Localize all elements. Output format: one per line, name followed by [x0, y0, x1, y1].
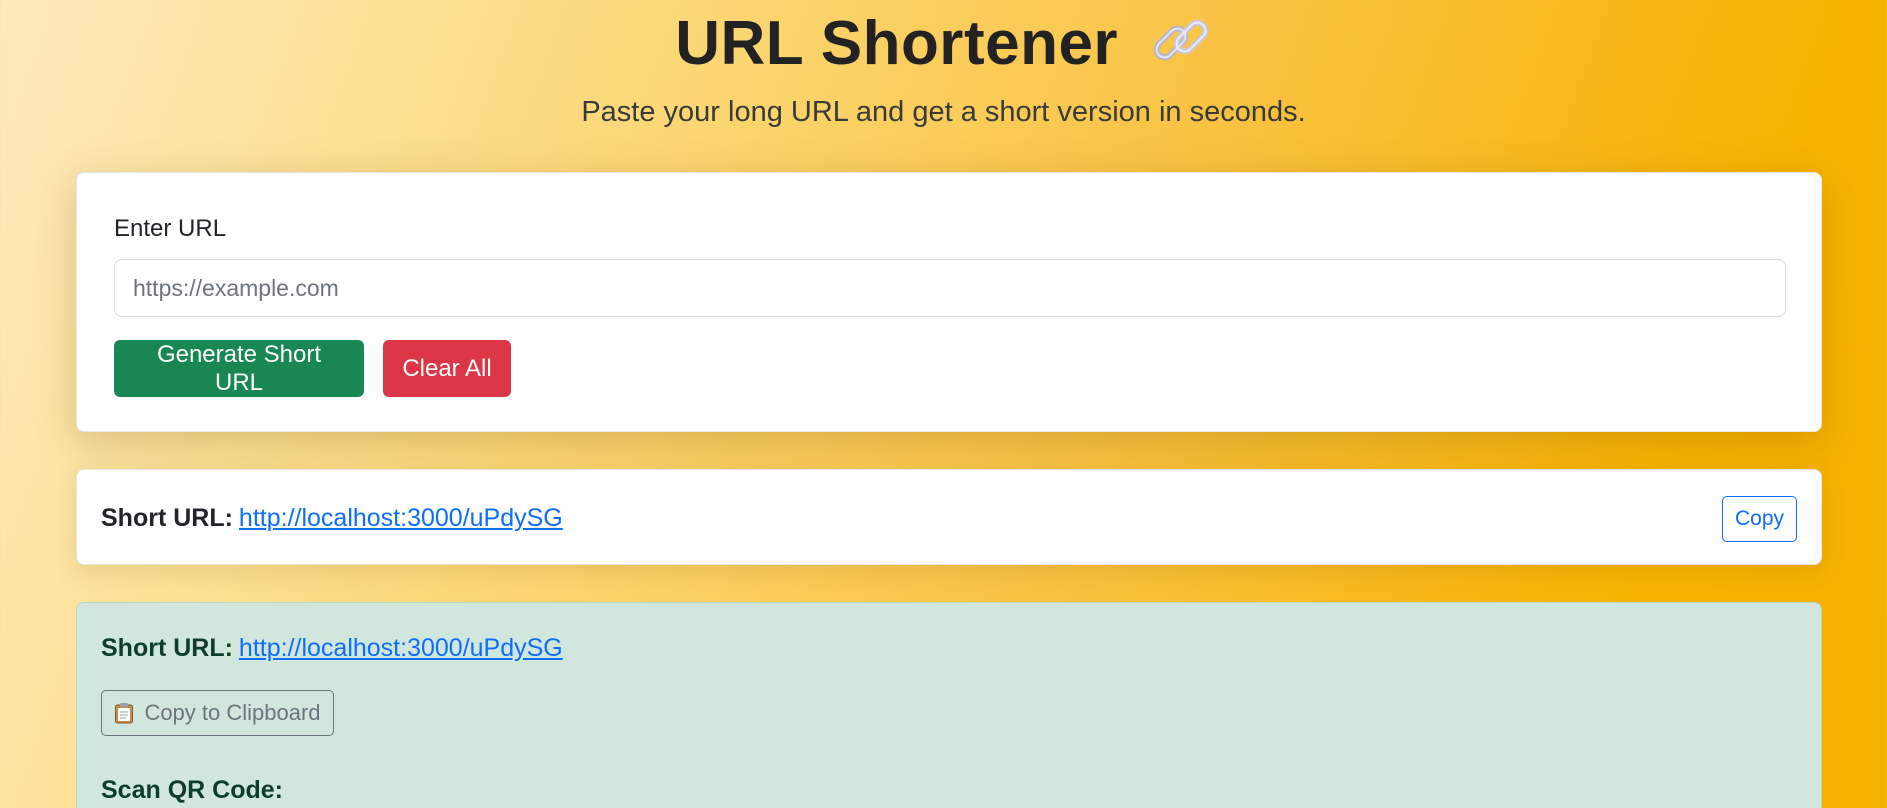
success-short-url-row: Short URL: http://localhost:3000/uPdySG: [101, 634, 563, 663]
link-chain-icon: [1150, 9, 1212, 86]
success-short-url-link[interactable]: http://localhost:3000/uPdySG: [239, 634, 563, 662]
page-subtitle: Paste your long URL and get a short vers…: [581, 96, 1306, 128]
short-url-success-card: Short URL: http://localhost:3000/uPdySG C…: [76, 602, 1822, 808]
url-input-label: Enter URL: [114, 215, 227, 242]
clipboard-icon: [114, 702, 134, 724]
qr-code-label: Scan QR Code:: [101, 776, 283, 804]
short-url-row: Short URL: http://localhost:3000/uPdySG: [101, 504, 563, 533]
short-url-result-card: Short URL: http://localhost:3000/uPdySG C…: [76, 469, 1822, 565]
copy-to-clipboard-button[interactable]: Copy to Clipboard: [101, 690, 334, 736]
short-url-link[interactable]: http://localhost:3000/uPdySG: [239, 504, 563, 532]
clear-all-button[interactable]: Clear All: [383, 340, 511, 397]
url-input[interactable]: [114, 259, 1786, 317]
short-url-label: Short URL:: [101, 504, 233, 532]
page-title-text: URL Shortener: [675, 9, 1119, 78]
page-title: URL Shortener: [0, 8, 1887, 86]
success-short-url-label: Short URL:: [101, 634, 233, 662]
copy-to-clipboard-label: Copy to Clipboard: [144, 700, 321, 725]
copy-button[interactable]: Copy: [1722, 496, 1797, 542]
url-form-card: Enter URL Generate Short URL Clear All: [76, 172, 1822, 432]
generate-short-url-button[interactable]: Generate Short URL: [114, 340, 364, 397]
